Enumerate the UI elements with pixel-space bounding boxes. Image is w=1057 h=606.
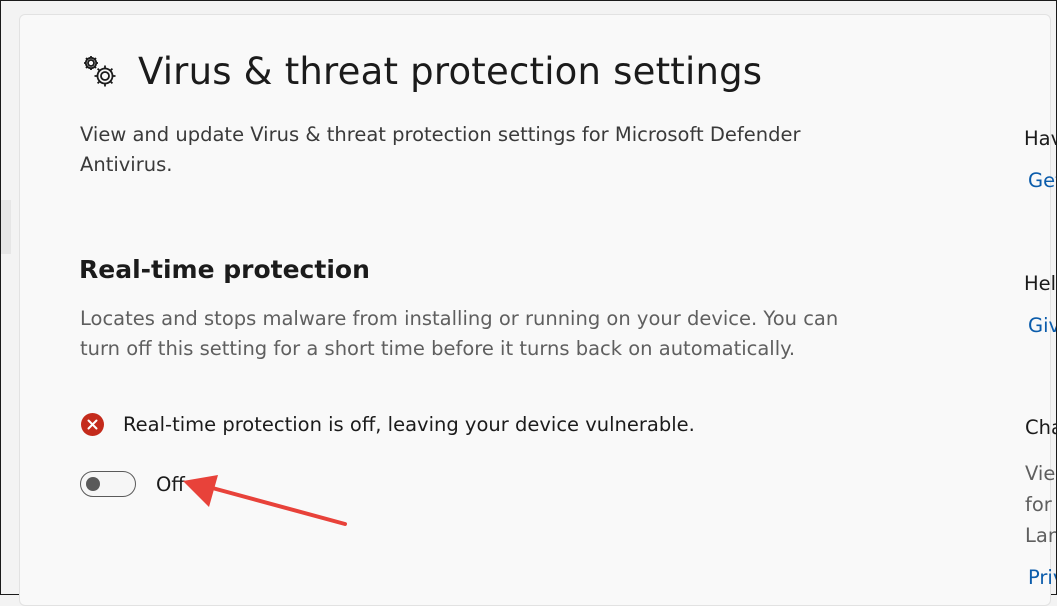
realtime-status-text: Real-time protection is off, leaving you… <box>123 412 695 436</box>
nav-edge-strip <box>1 200 11 254</box>
error-icon <box>81 412 104 436</box>
gears-icon <box>81 54 121 90</box>
side-link-privacy[interactable]: Priv <box>1028 566 1056 589</box>
side-text-line-2: for <box>1025 493 1052 516</box>
realtime-protection-heading: Real-time protection <box>79 255 370 284</box>
side-heading-have-question: Hav <box>1024 127 1056 150</box>
page-description: View and update Virus & threat protectio… <box>80 123 801 176</box>
side-heading-help-improve: Hel <box>1024 272 1056 295</box>
side-link-give-feedback[interactable]: Giv <box>1028 314 1056 337</box>
realtime-protection-toggle[interactable] <box>80 471 136 497</box>
realtime-protection-description: Locates and stops malware from installin… <box>80 307 839 360</box>
side-heading-change-privacy: Cha <box>1025 416 1056 439</box>
related-panel: Hav Get Hel Giv Cha Vie for Lan Priv <box>1020 100 1056 594</box>
toggle-thumb <box>86 476 100 491</box>
side-text-line-1: Vie <box>1025 462 1056 485</box>
realtime-status-row: Real-time protection is off, leaving you… <box>81 410 695 438</box>
realtime-toggle-row: Off <box>80 469 185 499</box>
toggle-state-label: Off <box>156 472 185 496</box>
side-text-line-3: Lan <box>1025 524 1056 547</box>
side-link-get-help[interactable]: Get <box>1028 169 1056 192</box>
page-title: Virus & threat protection settings <box>138 50 763 93</box>
